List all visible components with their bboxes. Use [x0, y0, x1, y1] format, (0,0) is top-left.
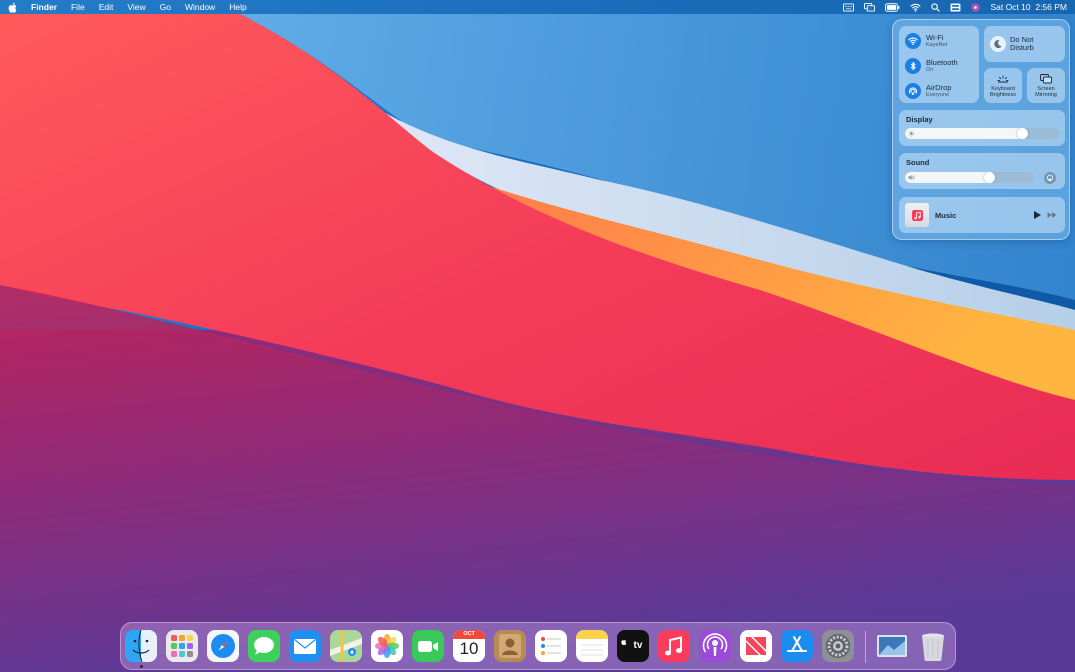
airdrop-status: Everyone: [926, 91, 950, 98]
sun-icon: [908, 130, 915, 137]
wifi-network-name: KayeNet: [926, 41, 948, 48]
fast-forward-icon[interactable]: [1047, 210, 1057, 220]
airdrop-toggle[interactable]: AirDrop Everyone: [905, 83, 951, 99]
screen-mirroring-icon: [1040, 74, 1052, 84]
calendar-month: OCT: [463, 631, 475, 637]
dock-news-icon[interactable]: [740, 630, 772, 662]
sound-title: Sound: [906, 158, 930, 167]
dock-facetime-icon[interactable]: [412, 630, 444, 662]
network-tile: Wi-Fi KayeNet Bluetooth On AirDrop Every…: [899, 26, 979, 103]
bluetooth-icon: [905, 58, 921, 74]
bluetooth-status: On: [926, 66, 934, 73]
dock-finder-icon[interactable]: [125, 630, 157, 662]
airplay-icon: [1046, 174, 1054, 182]
control-center-panel: Wi-Fi KayeNet Bluetooth On AirDrop Every…: [892, 19, 1070, 240]
display-tile: Display: [899, 110, 1065, 146]
volume-slider[interactable]: [905, 172, 1034, 183]
screen-mirroring-button[interactable]: Screen Mirroring: [1027, 68, 1065, 103]
dock-downloads-folder-icon[interactable]: [876, 630, 908, 662]
menu-file[interactable]: File: [71, 2, 85, 12]
dock-apple-tv-icon[interactable]: tv: [617, 630, 649, 662]
dock-maps-icon[interactable]: [330, 630, 362, 662]
display-slider-knob[interactable]: [1017, 128, 1028, 139]
menu-edit[interactable]: Edit: [99, 2, 114, 12]
apple-tv-label: tv: [633, 640, 643, 651]
dock: OCT 10 tv: [120, 622, 956, 670]
dock-safari-icon[interactable]: [207, 630, 239, 662]
music-note-icon: [911, 209, 923, 221]
keyboard-brightness-label-line2: Brightness: [990, 92, 1016, 99]
menubar-clock[interactable]: Sat Oct 10 2:56 PM: [990, 2, 1067, 12]
menu-help[interactable]: Help: [229, 2, 246, 12]
dock-calendar-icon[interactable]: OCT 10: [453, 630, 485, 662]
now-playing-tile[interactable]: Music: [899, 197, 1065, 233]
dock-podcasts-icon[interactable]: [699, 630, 731, 662]
screen-mirroring-icon[interactable]: [864, 2, 876, 12]
screen-mirroring-label-line2: Mirroring: [1035, 92, 1057, 99]
spotlight-search-icon[interactable]: [931, 2, 941, 12]
battery-icon[interactable]: [885, 2, 900, 12]
dock-messages-icon[interactable]: [248, 630, 280, 662]
dock-separator: [865, 631, 866, 663]
dock-trash-icon[interactable]: [917, 630, 949, 662]
dock-system-preferences-icon[interactable]: [822, 630, 854, 662]
wifi-icon[interactable]: [910, 3, 921, 12]
apple-logo-icon[interactable]: [8, 2, 17, 13]
display-slider-fill: [905, 128, 1028, 139]
volume-slider-fill: [905, 172, 995, 183]
bluetooth-title: Bluetooth: [926, 58, 958, 67]
dnd-label-line2: Disturb: [1010, 43, 1034, 53]
moon-icon: [990, 36, 1006, 52]
finder-running-indicator: [140, 665, 143, 668]
airdrop-title: AirDrop: [926, 83, 952, 92]
menu-view[interactable]: View: [127, 2, 145, 12]
dock-app-store-icon[interactable]: [781, 630, 813, 662]
dock-launchpad-icon[interactable]: [166, 630, 198, 662]
now-playing-title: Music: [935, 211, 957, 220]
dock-notes-icon[interactable]: [576, 630, 608, 662]
keyboard-layout-icon[interactable]: [843, 2, 855, 12]
dock-music-icon[interactable]: [658, 630, 690, 662]
dock-photos-icon[interactable]: [371, 630, 403, 662]
menu-go[interactable]: Go: [160, 2, 171, 12]
menu-window[interactable]: Window: [185, 2, 215, 12]
control-center-icon[interactable]: [950, 2, 961, 12]
wifi-title: Wi-Fi: [926, 33, 944, 42]
keyboard-brightness-button[interactable]: Keyboard Brightness: [984, 68, 1022, 103]
display-brightness-slider[interactable]: [905, 128, 1059, 139]
keyboard-brightness-icon: [997, 74, 1009, 84]
bluetooth-toggle[interactable]: Bluetooth On: [905, 58, 958, 74]
wifi-toggle[interactable]: Wi-Fi KayeNet: [905, 33, 947, 49]
play-icon[interactable]: [1032, 210, 1042, 220]
sound-tile: Sound: [899, 153, 1065, 189]
volume-slider-knob[interactable]: [984, 172, 995, 183]
wifi-icon: [905, 33, 921, 49]
menu-app-name[interactable]: Finder: [31, 2, 57, 12]
display-title: Display: [906, 115, 933, 124]
speaker-icon: [908, 174, 915, 181]
calendar-day: 10: [459, 639, 479, 658]
menu-bar: Finder File Edit View Go Window Help Sat…: [0, 0, 1075, 14]
airdrop-icon: [905, 83, 921, 99]
dock-reminders-icon[interactable]: [535, 630, 567, 662]
dock-mail-icon[interactable]: [289, 630, 321, 662]
siri-icon[interactable]: [971, 2, 981, 12]
do-not-disturb-toggle[interactable]: Do Not Disturb: [984, 26, 1065, 62]
dock-contacts-icon[interactable]: [494, 630, 526, 662]
music-artwork: [905, 203, 929, 227]
airplay-audio-button[interactable]: [1044, 172, 1056, 184]
